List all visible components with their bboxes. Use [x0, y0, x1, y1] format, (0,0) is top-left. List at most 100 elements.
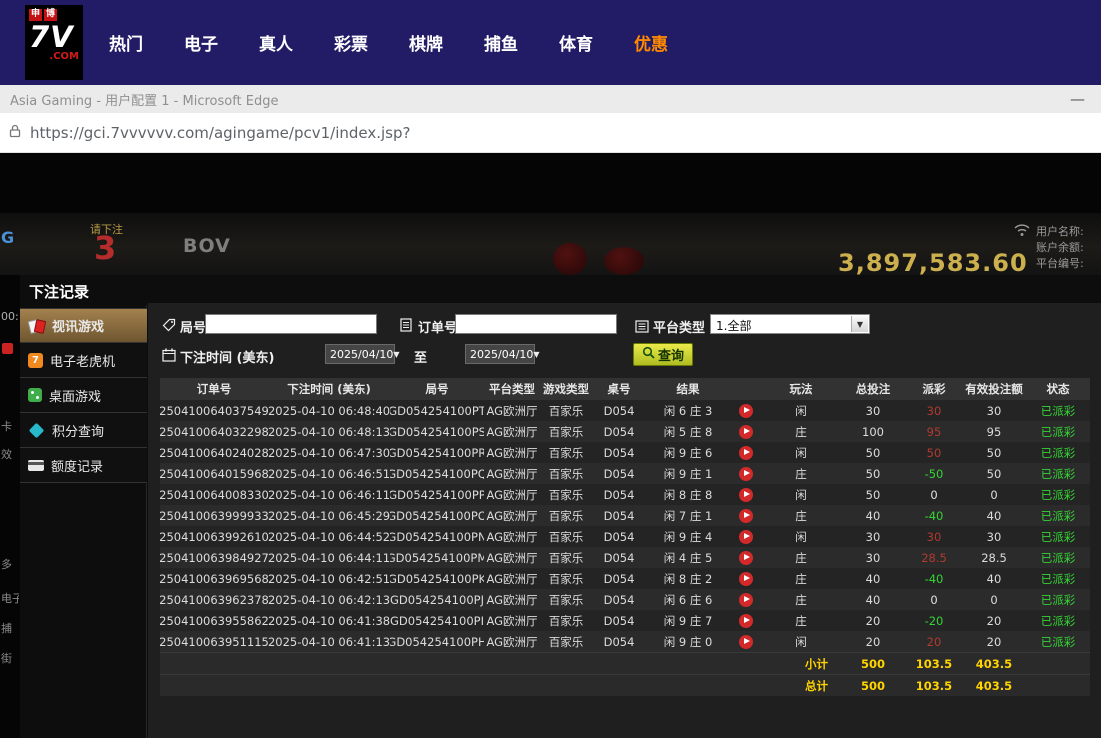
play-video-icon[interactable] — [739, 614, 753, 628]
nav-item[interactable]: 优惠 — [634, 30, 668, 55]
platform-cell: AG欧洲厅 — [484, 400, 540, 421]
result-cell: 闲 8 庄 2 — [646, 568, 730, 589]
round-cell: GD054254100PO — [390, 505, 484, 526]
sidebar: 视讯游戏电子老虎机桌面游戏积分查询额度记录 — [20, 308, 147, 483]
result-cell: 闲 4 庄 5 — [646, 547, 730, 568]
valid-bet-cell: 28.5 — [962, 547, 1026, 568]
payout-cell: 20 — [906, 631, 962, 652]
payout-cell: 30 — [906, 526, 962, 547]
site-logo[interactable]: 申 博 7V .COM — [25, 5, 83, 80]
play-video-icon[interactable] — [739, 530, 753, 544]
sidebar-item[interactable]: 电子老虎机 — [20, 343, 147, 378]
minimize-button[interactable]: — — [1070, 85, 1085, 113]
bet-records-table: 订单号下注时间 (美东)局号平台类型游戏类型桌号结果玩法总投注派彩有效投注额状态… — [160, 378, 1090, 696]
left-fragment-text: 电子 — [1, 590, 19, 606]
order-label: 订单号 — [418, 317, 457, 336]
play-video-icon[interactable] — [739, 404, 753, 418]
game-cell: 百家乐 — [540, 568, 592, 589]
play-type-cell: 闲 — [762, 631, 840, 652]
play-video-icon[interactable] — [739, 509, 753, 523]
play-video-icon[interactable] — [739, 425, 753, 439]
nav-item[interactable]: 真人 — [259, 30, 293, 55]
bet-cell: 50 — [840, 442, 906, 463]
url-text[interactable]: https://gci.7vvvvvv.com/agingame/pcv1/in… — [30, 124, 410, 142]
bet-cell: 30 — [840, 547, 906, 568]
nav-item[interactable]: 棋牌 — [409, 30, 443, 55]
play-video-icon[interactable] — [739, 446, 753, 460]
table-no-cell: D054 — [592, 631, 646, 652]
summary-label: 总计 — [160, 675, 840, 696]
table-no-cell: D054 — [592, 442, 646, 463]
result-cell: 闲 5 庄 8 — [646, 421, 730, 442]
nav-item[interactable]: 电子 — [184, 30, 218, 55]
round-cell: GD054254100PI — [390, 610, 484, 631]
round-cell: GD054254100PT — [390, 400, 484, 421]
play-video-icon[interactable] — [739, 467, 753, 481]
play-video-cell — [730, 610, 762, 631]
payout-cell: 0 — [906, 484, 962, 505]
left-fragment-text: 效 — [1, 446, 12, 462]
platform-type-label: 平台类型 — [653, 317, 705, 336]
order-input[interactable] — [455, 314, 617, 334]
play-video-icon[interactable] — [739, 593, 753, 607]
platform-cell: AG欧洲厅 — [484, 568, 540, 589]
play-video-icon[interactable] — [739, 635, 753, 649]
valid-bet-cell: 20 — [962, 610, 1026, 631]
chevron-down-icon: ▼ — [533, 350, 539, 359]
bet-cell: 30 — [840, 400, 906, 421]
bet-cell: 20 — [840, 631, 906, 652]
search-button[interactable]: 查询 — [633, 343, 693, 366]
play-video-cell — [730, 463, 762, 484]
result-cell: 闲 6 庄 6 — [646, 589, 730, 610]
valid-bet-cell: 95 — [962, 421, 1026, 442]
play-video-icon[interactable] — [739, 488, 753, 502]
table-no-cell: D054 — [592, 463, 646, 484]
date-from-value: 2025/04/10 — [330, 348, 393, 361]
table-header-row: 订单号下注时间 (美东)局号平台类型游戏类型桌号结果玩法总投注派彩有效投注额状态 — [160, 378, 1090, 400]
lock-icon — [9, 123, 21, 142]
game-cell: 百家乐 — [540, 484, 592, 505]
left-fragment-icon — [2, 343, 13, 354]
summary-label: 小计 — [160, 653, 840, 674]
play-type-cell: 闲 — [762, 400, 840, 421]
nav-item[interactable]: 体育 — [559, 30, 593, 55]
play-type-cell: 庄 — [762, 463, 840, 484]
roulette-wheel-fragment — [604, 247, 644, 275]
round-cell: GD054254100PR — [390, 442, 484, 463]
sidebar-item-label: 积分查询 — [52, 421, 104, 440]
column-header: 桌号 — [592, 378, 646, 400]
nav-item[interactable]: 彩票 — [334, 30, 368, 55]
result-cell: 闲 9 庄 1 — [646, 463, 730, 484]
play-video-icon[interactable] — [739, 572, 753, 586]
valid-bet-cell: 0 — [962, 589, 1026, 610]
sidebar-item[interactable]: 积分查询 — [20, 413, 147, 448]
play-type-cell: 闲 — [762, 484, 840, 505]
platform-cell: AG欧洲厅 — [484, 589, 540, 610]
round-cell: GD054254100PQ — [390, 463, 484, 484]
sidebar-item[interactable]: 桌面游戏 — [20, 378, 147, 413]
play-video-icon[interactable] — [739, 551, 753, 565]
calendar-icon — [162, 347, 176, 366]
round-input[interactable] — [205, 314, 377, 334]
bet-records-panel: 下注记录 视讯游戏电子老虎机桌面游戏积分查询额度记录 局号 订单号 — [20, 275, 1101, 738]
play-video-cell — [730, 442, 762, 463]
platform-select[interactable]: 1.全部 ▼ — [710, 314, 870, 334]
platform-cell: AG欧洲厅 — [484, 505, 540, 526]
nav-item[interactable]: 热门 — [109, 30, 143, 55]
nav-item[interactable]: 捕鱼 — [484, 30, 518, 55]
sidebar-item-label: 额度记录 — [51, 456, 103, 475]
payout-cell: 28.5 — [906, 547, 962, 568]
date-from-select[interactable]: 2025/04/10 ▼ — [325, 344, 395, 364]
result-cell: 闲 9 庄 4 — [646, 526, 730, 547]
play-type-cell: 庄 — [762, 589, 840, 610]
sidebar-item[interactable]: 额度记录 — [20, 448, 147, 483]
sidebar-item[interactable]: 视讯游戏 — [20, 308, 147, 343]
play-video-cell — [730, 505, 762, 526]
column-header: 局号 — [390, 378, 484, 400]
play-type-cell: 庄 — [762, 505, 840, 526]
window-title: Asia Gaming - 用户配置 1 - Microsoft Edge — [10, 90, 279, 109]
time-cell: 2025-04-10 06:48:40 — [268, 400, 390, 421]
payout-cell: -40 — [906, 505, 962, 526]
date-to-select[interactable]: 2025/04/10 ▼ — [465, 344, 535, 364]
play-type-cell: 庄 — [762, 610, 840, 631]
